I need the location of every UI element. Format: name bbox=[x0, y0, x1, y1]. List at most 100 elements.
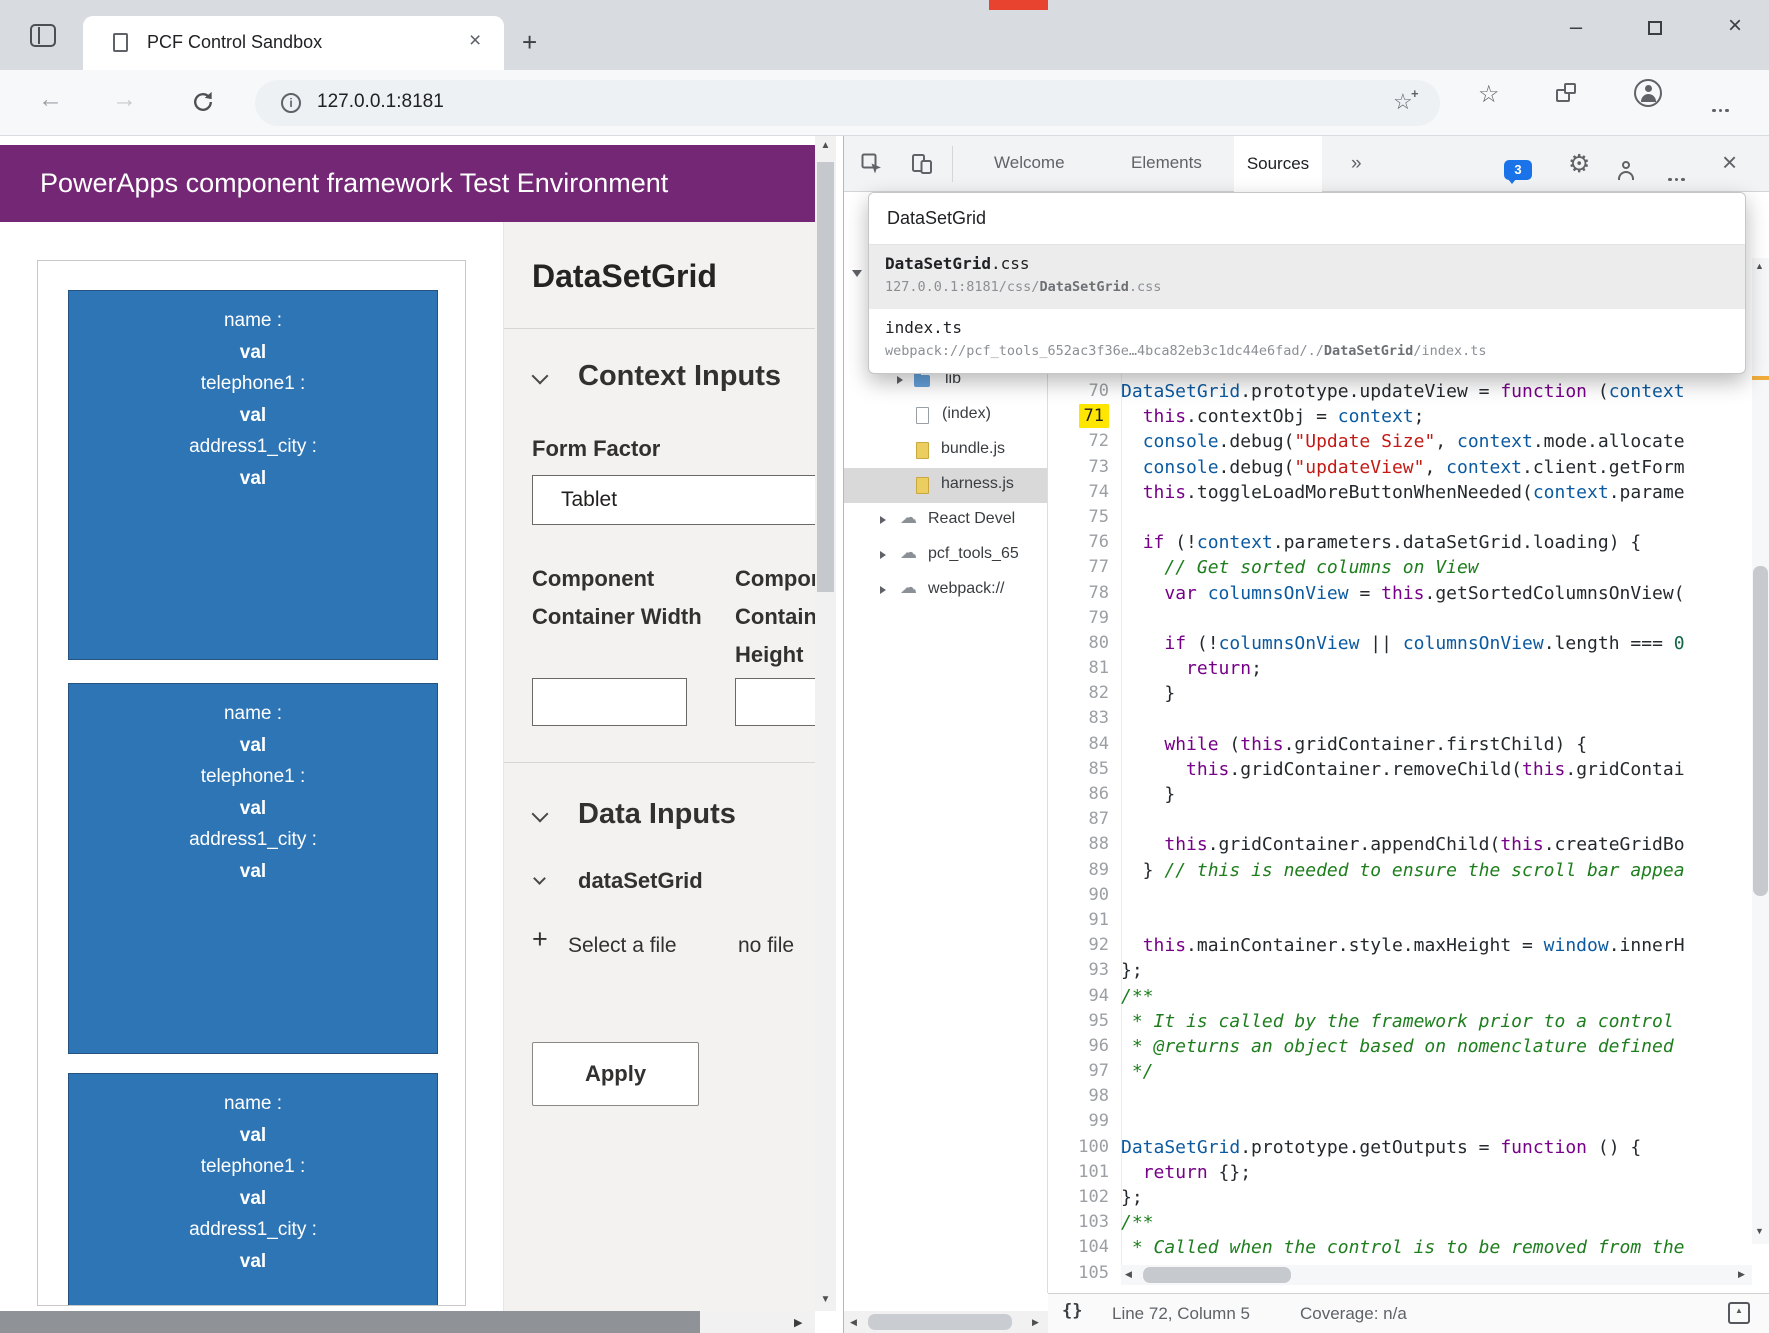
scroll-right-icon[interactable]: ▶ bbox=[1738, 1269, 1745, 1280]
settings-gear-icon[interactable]: ⚙ bbox=[1568, 149, 1590, 178]
code-line[interactable]: 96 * @returns an object based on nomencl… bbox=[1048, 1034, 1752, 1059]
favorites-icon[interactable]: ☆ bbox=[1478, 80, 1500, 109]
tab-welcome[interactable]: Welcome bbox=[994, 153, 1065, 173]
code-line[interactable]: 100DataSetGrid.prototype.getOutputs = fu… bbox=[1048, 1135, 1752, 1160]
line-number[interactable]: 87 bbox=[1048, 807, 1121, 832]
code-line[interactable]: 85 this.gridContainer.removeChild(this.g… bbox=[1048, 757, 1752, 782]
apply-button[interactable]: Apply bbox=[532, 1042, 699, 1106]
url-bar[interactable]: i 127.0.0.1:8181 ☆ + bbox=[255, 80, 1440, 126]
line-number[interactable]: 72 bbox=[1048, 429, 1121, 454]
line-number[interactable]: 81 bbox=[1048, 656, 1121, 681]
tree-item--index-[interactable]: (index) bbox=[844, 398, 1048, 433]
code-line[interactable]: 86 } bbox=[1048, 782, 1752, 807]
line-number[interactable]: 75 bbox=[1048, 505, 1121, 530]
scroll-up-icon[interactable]: ▲ bbox=[815, 140, 836, 151]
code-line[interactable]: 101 return {}; bbox=[1048, 1160, 1752, 1185]
line-number[interactable]: 96 bbox=[1048, 1034, 1121, 1059]
line-number[interactable]: 91 bbox=[1048, 908, 1121, 933]
code-line[interactable]: 97 */ bbox=[1048, 1059, 1752, 1084]
chevron-right-icon[interactable] bbox=[880, 586, 886, 594]
quick-open-input[interactable] bbox=[869, 193, 1745, 245]
page-hscroll-thumb[interactable] bbox=[0, 1311, 700, 1333]
form-factor-select[interactable]: Tablet bbox=[532, 475, 816, 525]
line-number[interactable]: 102 bbox=[1048, 1185, 1121, 1210]
tree-item-pcf-tools-65[interactable]: ☁pcf_tools_65 bbox=[844, 538, 1048, 573]
feedback-icon[interactable] bbox=[1616, 161, 1636, 181]
code-line[interactable]: 92 this.mainContainer.style.maxHeight = … bbox=[1048, 933, 1752, 958]
line-number[interactable]: 94 bbox=[1048, 984, 1121, 1009]
tree-item-harness-js[interactable]: harness.js bbox=[844, 468, 1048, 503]
code-line[interactable]: 83 bbox=[1048, 706, 1752, 731]
line-number[interactable]: 79 bbox=[1048, 606, 1121, 631]
tab-close-icon[interactable]: × bbox=[469, 29, 481, 53]
editor-vertical-scrollbar[interactable]: ▲ ▼ bbox=[1752, 258, 1769, 1244]
code-line[interactable]: 78 var columnsOnView = this.getSortedCol… bbox=[1048, 581, 1752, 606]
line-number[interactable]: 92 bbox=[1048, 933, 1121, 958]
code-line[interactable]: 84 while (this.gridContainer.firstChild)… bbox=[1048, 732, 1752, 757]
line-number[interactable]: 97 bbox=[1048, 1059, 1121, 1084]
select-file-button[interactable]: Select a file bbox=[568, 934, 677, 958]
line-number[interactable]: 78 bbox=[1048, 581, 1121, 606]
code-line[interactable]: 81 return; bbox=[1048, 656, 1752, 681]
line-number[interactable]: 98 bbox=[1048, 1084, 1121, 1109]
devtools-close-icon[interactable]: × bbox=[1722, 147, 1737, 178]
pretty-print-icon[interactable]: {} bbox=[1062, 1301, 1082, 1321]
line-number[interactable]: 89 bbox=[1048, 858, 1121, 883]
page-vertical-scrollbar[interactable]: ▲ ▼ bbox=[815, 136, 836, 1311]
sidebar-hscroll-thumb[interactable] bbox=[868, 1314, 1012, 1330]
editor-vscroll-thumb[interactable] bbox=[1753, 566, 1768, 896]
line-number[interactable]: 76 bbox=[1048, 530, 1121, 555]
code-line[interactable]: 98 bbox=[1048, 1084, 1752, 1109]
browser-tab[interactable]: PCF Control Sandbox × bbox=[83, 16, 504, 70]
collections-icon[interactable] bbox=[1556, 83, 1577, 104]
line-number[interactable]: 83 bbox=[1048, 706, 1121, 731]
code-line[interactable]: 95 * It is called by the framework prior… bbox=[1048, 1009, 1752, 1034]
refresh-button[interactable] bbox=[190, 89, 216, 115]
code-line[interactable]: 87 bbox=[1048, 807, 1752, 832]
editor-hscroll-thumb[interactable] bbox=[1143, 1267, 1291, 1283]
scroll-down-icon[interactable]: ▼ bbox=[815, 1294, 836, 1305]
tab-actions-icon[interactable] bbox=[30, 24, 56, 47]
bookmark-star-icon[interactable]: ☆ bbox=[1393, 89, 1413, 115]
code-line[interactable]: 74 this.toggleLoadMoreButtonWhenNeeded(c… bbox=[1048, 480, 1752, 505]
line-number[interactable]: 84 bbox=[1048, 732, 1121, 757]
line-number[interactable]: 77 bbox=[1048, 555, 1121, 580]
inspect-icon[interactable] bbox=[860, 152, 884, 181]
line-number[interactable]: 99 bbox=[1048, 1109, 1121, 1134]
code-line[interactable]: 72 console.debug("Update Size", context.… bbox=[1048, 429, 1752, 454]
maximize-button[interactable] bbox=[1648, 21, 1662, 35]
code-line[interactable]: 90 bbox=[1048, 883, 1752, 908]
line-number[interactable]: 88 bbox=[1048, 832, 1121, 857]
tab-sources[interactable]: Sources bbox=[1234, 136, 1322, 192]
forward-button[interactable]: → bbox=[112, 85, 137, 114]
sidebar-horizontal-scrollbar[interactable]: ◀ ▶ bbox=[844, 1311, 1048, 1333]
line-number[interactable]: 73 bbox=[1048, 455, 1121, 480]
new-tab-button[interactable]: + bbox=[522, 27, 537, 58]
code-line[interactable]: 89 } // this is needed to ensure the scr… bbox=[1048, 858, 1752, 883]
line-number[interactable]: 86 bbox=[1048, 782, 1121, 807]
code-editor[interactable]: 70DataSetGrid.prototype.updateView = fun… bbox=[1048, 379, 1752, 1286]
code-line[interactable]: 94/** bbox=[1048, 984, 1752, 1009]
line-number[interactable]: 93 bbox=[1048, 958, 1121, 983]
line-number[interactable]: 104 bbox=[1048, 1235, 1121, 1260]
minimize-button[interactable]: – bbox=[1556, 14, 1596, 40]
code-line[interactable]: 102}; bbox=[1048, 1185, 1752, 1210]
code-line[interactable]: 75 bbox=[1048, 505, 1752, 530]
scroll-left-icon[interactable]: ◀ bbox=[1125, 1269, 1132, 1280]
code-line[interactable]: 82 } bbox=[1048, 681, 1752, 706]
tab-elements[interactable]: Elements bbox=[1131, 153, 1202, 173]
scroll-right-icon[interactable]: ▶ bbox=[794, 1316, 802, 1329]
back-button[interactable]: ← bbox=[38, 85, 63, 114]
line-number[interactable]: 71 bbox=[1048, 404, 1121, 429]
container-height-input[interactable] bbox=[735, 678, 816, 726]
chevron-down-icon[interactable] bbox=[533, 872, 546, 885]
quick-open-result-css[interactable]: DataSetGrid.css 127.0.0.1:8181/css/DataS… bbox=[869, 245, 1745, 309]
quick-open-result-index-ts[interactable]: index.ts webpack://pcf_tools_652ac3f36e…… bbox=[869, 309, 1745, 373]
expand-icon[interactable]: ▲ bbox=[1728, 1302, 1750, 1324]
scroll-up-icon[interactable]: ▲ bbox=[1755, 261, 1764, 271]
bookmark-plus-icon[interactable]: + bbox=[1411, 86, 1419, 101]
line-number[interactable]: 70 bbox=[1048, 379, 1121, 404]
line-number[interactable]: 100 bbox=[1048, 1135, 1121, 1160]
editor-horizontal-scrollbar[interactable]: ◀ ▶ bbox=[1121, 1265, 1752, 1285]
code-line[interactable]: 104 * Called when the control is to be r… bbox=[1048, 1235, 1752, 1260]
